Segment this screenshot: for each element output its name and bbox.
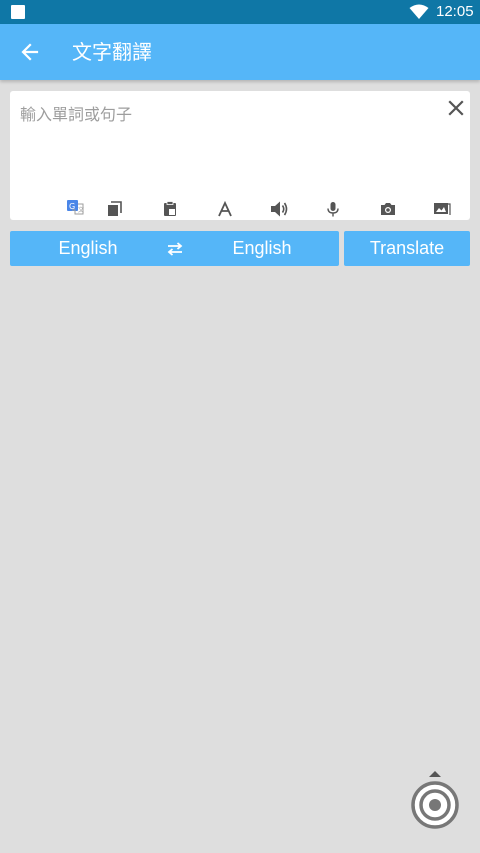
image-button[interactable]	[433, 200, 451, 218]
microphone-icon	[327, 202, 339, 217]
arrow-left-icon	[21, 43, 39, 61]
speaker-icon	[271, 201, 288, 217]
status-time: 12:05	[436, 3, 474, 20]
target-language-button[interactable]: English	[192, 231, 332, 266]
svg-text:文: 文	[78, 206, 84, 214]
swap-language-button[interactable]	[165, 239, 185, 258]
floating-assistive-button[interactable]	[410, 770, 460, 830]
image-icon	[434, 203, 451, 215]
camera-button[interactable]	[379, 200, 397, 218]
font-size-icon	[218, 201, 232, 217]
target-circle-icon	[411, 771, 459, 829]
google-translate-button[interactable]: G 文	[66, 199, 84, 217]
speak-button[interactable]	[270, 200, 288, 218]
voice-input-button[interactable]	[324, 200, 342, 218]
wifi-icon	[409, 4, 429, 19]
paste-icon	[164, 201, 176, 216]
swap-arrows-icon	[167, 241, 183, 256]
svg-text:G: G	[69, 202, 75, 211]
font-size-button[interactable]	[216, 200, 234, 218]
language-selector: English English	[10, 231, 339, 266]
text-input[interactable]	[20, 101, 430, 191]
copy-icon	[108, 201, 122, 216]
translate-button[interactable]: Translate	[344, 231, 470, 266]
page-title: 文字翻譯	[72, 40, 152, 64]
back-button[interactable]	[12, 34, 48, 70]
clear-button[interactable]	[444, 96, 468, 120]
input-card: G 文	[10, 91, 470, 220]
copy-button[interactable]	[106, 200, 124, 218]
notification-square-icon	[11, 5, 25, 19]
status-bar: 12:05	[0, 0, 480, 24]
app-bar: 文字翻譯	[0, 24, 480, 80]
close-icon	[448, 100, 464, 116]
google-translate-icon: G 文	[67, 200, 84, 215]
camera-icon	[381, 203, 395, 215]
paste-button[interactable]	[161, 200, 179, 218]
source-language-button[interactable]: English	[18, 231, 158, 266]
